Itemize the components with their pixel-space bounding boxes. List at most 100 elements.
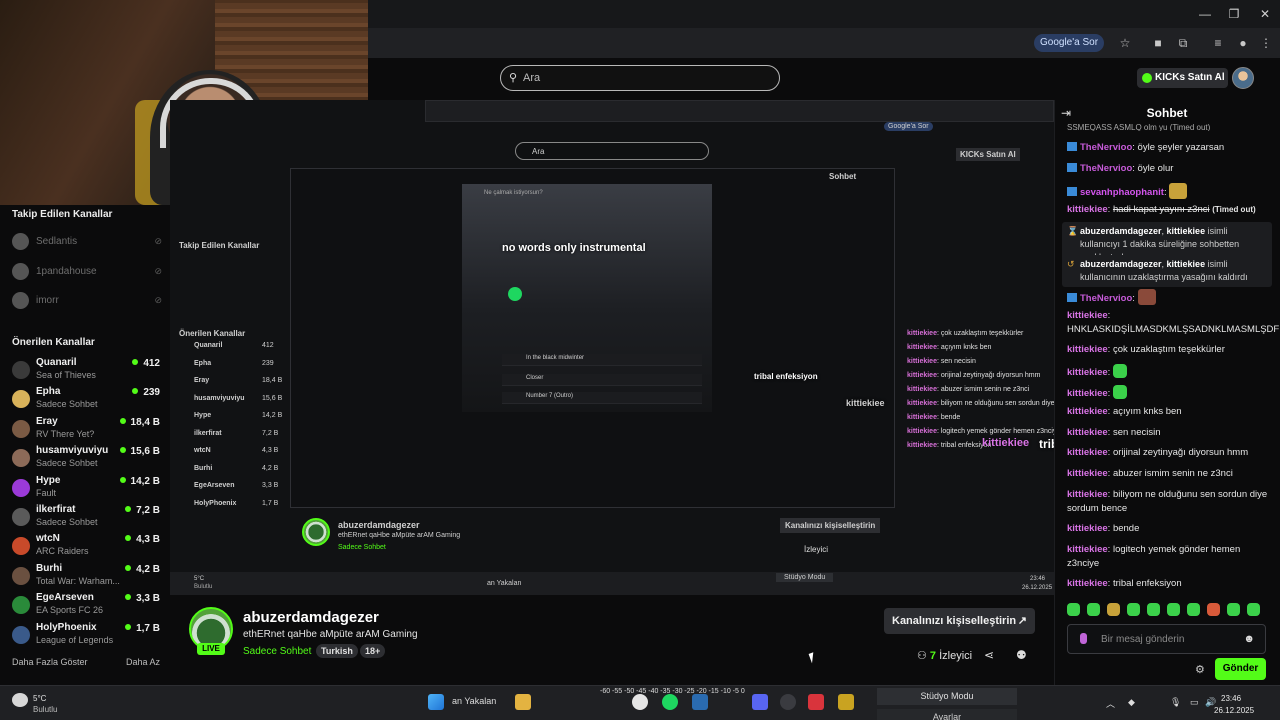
weather-temp[interactable]: 5°C: [33, 694, 46, 703]
profile-icon[interactable]: ●: [1235, 35, 1251, 51]
mic-tray-icon[interactable]: 🎙: [1170, 697, 1181, 708]
send-button[interactable]: Gönder: [1215, 658, 1266, 680]
weather-desc: Bulutlu: [33, 705, 58, 714]
channel-avatar: [12, 263, 29, 280]
nested-channel-name: HolyPhoenix: [194, 499, 237, 507]
studio-mode-button[interactable]: Stüdyo Modu: [877, 688, 1017, 705]
followed-channel[interactable]: 1pandahouse ⊘: [12, 263, 162, 281]
recommended-channel[interactable]: husamviyuviyu Sadece Sohbet 15,6 B: [12, 445, 160, 473]
emote-icon[interactable]: [1147, 603, 1160, 616]
recommended-channel[interactable]: HolyPhoenix League of Legends 1,7 B: [12, 622, 160, 650]
recommended-channel[interactable]: wtcN ARC Raiders 4,3 B: [12, 533, 160, 561]
customize-channel-label: Kanalınızı kişiselleştirin: [892, 615, 1017, 627]
emote-icon[interactable]: [1187, 603, 1200, 616]
more-icon[interactable]: ⋮: [1258, 35, 1274, 51]
nested-browser-bar: [425, 100, 1054, 122]
weather-icon[interactable]: [12, 693, 28, 707]
app-yellow-icon[interactable]: [838, 694, 854, 710]
minimize-icon[interactable]: —: [1196, 6, 1214, 22]
tray-chevron-icon[interactable]: ︿: [1106, 697, 1115, 710]
emote-icon[interactable]: [1167, 603, 1180, 616]
quick-emote-bar[interactable]: [1067, 603, 1273, 619]
emote-icon: [1112, 364, 1127, 378]
extension-icon[interactable]: ■: [1150, 35, 1166, 51]
spotify-icon[interactable]: [662, 694, 678, 710]
tray-app-icon[interactable]: ◆: [1128, 697, 1135, 708]
followed-channels-title: Takip Edilen Kanallar: [12, 209, 113, 220]
show-less-link[interactable]: Daha Az: [126, 657, 160, 667]
clock-date[interactable]: 26.12.2025: [1214, 706, 1254, 715]
chat-message: kittiekiee:: [1067, 364, 1273, 380]
google-sor-button[interactable]: Google'a Sor: [1034, 34, 1105, 52]
recommended-channel[interactable]: EgeArseven EA Sports FC 26 3,3 B: [12, 592, 160, 620]
badge-icon: [1067, 163, 1077, 172]
taskbar-search-label[interactable]: an Yakalan: [452, 696, 496, 706]
channel-viewers: 239: [132, 387, 160, 398]
recommended-channel[interactable]: ilkerfirat Sadece Sohbet 7,2 B: [12, 504, 160, 532]
stream-title: ethERnet qaHbe aMpüte arAM Gaming: [243, 629, 418, 640]
steam-icon[interactable]: [692, 694, 708, 710]
customize-channel-button[interactable]: Kanalınızı kişiselleştirin ↗: [884, 608, 1035, 634]
chat-settings-icon[interactable]: ⚙: [1195, 663, 1205, 676]
network-icon[interactable]: ▭: [1190, 697, 1199, 708]
nested-taskbar: [170, 572, 1054, 595]
nested-overlay-user: kittiekiee: [846, 398, 885, 408]
recommended-channel[interactable]: Hype Fault 14,2 B: [12, 475, 160, 503]
file-explorer-icon[interactable]: [515, 694, 531, 710]
emoji-icon[interactable]: ☻: [1243, 633, 1255, 645]
stream-category[interactable]: Sadece Sohbet: [243, 646, 311, 657]
tag-turkish[interactable]: Turkish: [316, 644, 358, 658]
nested-channel-viewers: 1,7 B: [262, 499, 279, 507]
clock-time[interactable]: 23:46: [1221, 694, 1241, 703]
share-icon[interactable]: ⋖: [984, 648, 994, 662]
chat-message: kittiekiee: tribal enfeksiyon: [1067, 578, 1182, 589]
chat-input[interactable]: Bir mesaj gönderin ☻: [1067, 624, 1266, 654]
chat-message: kittiekiee: orijinal zeytinyağı diyorsun…: [1067, 447, 1249, 458]
recommended-channel[interactable]: Eray RV There Yet? 18,4 B: [12, 416, 160, 444]
user-avatar[interactable]: [1232, 67, 1254, 89]
search-input[interactable]: ⚲ Ara: [500, 65, 780, 91]
followed-channel[interactable]: imorr ⊘: [12, 292, 162, 310]
nested-channel-name: Quanaril: [194, 342, 223, 349]
obs-icon[interactable]: [780, 694, 796, 710]
recommended-channel[interactable]: Burhi Total War: Warham... 4,2 B: [12, 563, 160, 591]
channel-viewers: 15,6 B: [120, 446, 160, 457]
streamer-name[interactable]: abuzerdamdagezer: [243, 609, 379, 626]
channel-category: EA Sports FC 26: [36, 605, 104, 616]
chrome-icon[interactable]: [632, 694, 648, 710]
chat-title: Sohbet: [1146, 106, 1188, 120]
emote-icon[interactable]: [1227, 603, 1240, 616]
close-icon[interactable]: ✕: [1256, 6, 1274, 22]
emote-icon: [1137, 289, 1156, 305]
discord-icon[interactable]: [752, 694, 768, 710]
emote-icon[interactable]: [1127, 603, 1140, 616]
buy-kicks-button[interactable]: KICKs Satın Al: [1137, 68, 1228, 88]
emote-icon[interactable]: [1107, 603, 1120, 616]
followed-channel[interactable]: Sedlantis ⊘: [12, 233, 162, 251]
emote-icon[interactable]: [1067, 603, 1080, 616]
nested-channel-viewers: 15,6 B: [262, 394, 283, 402]
emote-icon[interactable]: [1087, 603, 1100, 616]
star-icon[interactable]: ☆: [1117, 35, 1133, 51]
show-more-link[interactable]: Daha Fazla Göster: [12, 657, 88, 667]
stream-player[interactable]: Ara KICKs Satın Al Google'a Sor Takip Ed…: [170, 100, 1054, 595]
emote-icon[interactable]: [1247, 603, 1260, 616]
emote-icon[interactable]: [1207, 603, 1220, 616]
kicks-coin-icon: [1142, 73, 1152, 83]
nested-channel-name: Hype: [194, 412, 212, 419]
media-icon[interactable]: ≡: [1210, 35, 1226, 51]
channel-viewers: 4,2 B: [125, 564, 160, 575]
channel-name: Hype: [36, 474, 61, 486]
emote-icon: [1169, 183, 1188, 199]
mic-icon[interactable]: [1080, 633, 1087, 644]
follow-icon[interactable]: ⚉: [1016, 648, 1027, 662]
channel-name: ilkerfirat: [36, 504, 76, 515]
recommended-channel[interactable]: Epha Sadece Sohbet 239: [12, 386, 160, 414]
windows-start-icon[interactable]: [428, 694, 444, 710]
settings-button[interactable]: Ayarlar: [877, 709, 1017, 720]
recommended-channel[interactable]: Quanaril Sea of Thieves 412: [12, 357, 160, 385]
app-red-icon[interactable]: [808, 694, 824, 710]
maximize-icon[interactable]: ❐: [1225, 6, 1243, 22]
puzzle-icon[interactable]: ⧉: [1175, 35, 1191, 51]
tag-18plus[interactable]: 18+: [360, 644, 386, 658]
